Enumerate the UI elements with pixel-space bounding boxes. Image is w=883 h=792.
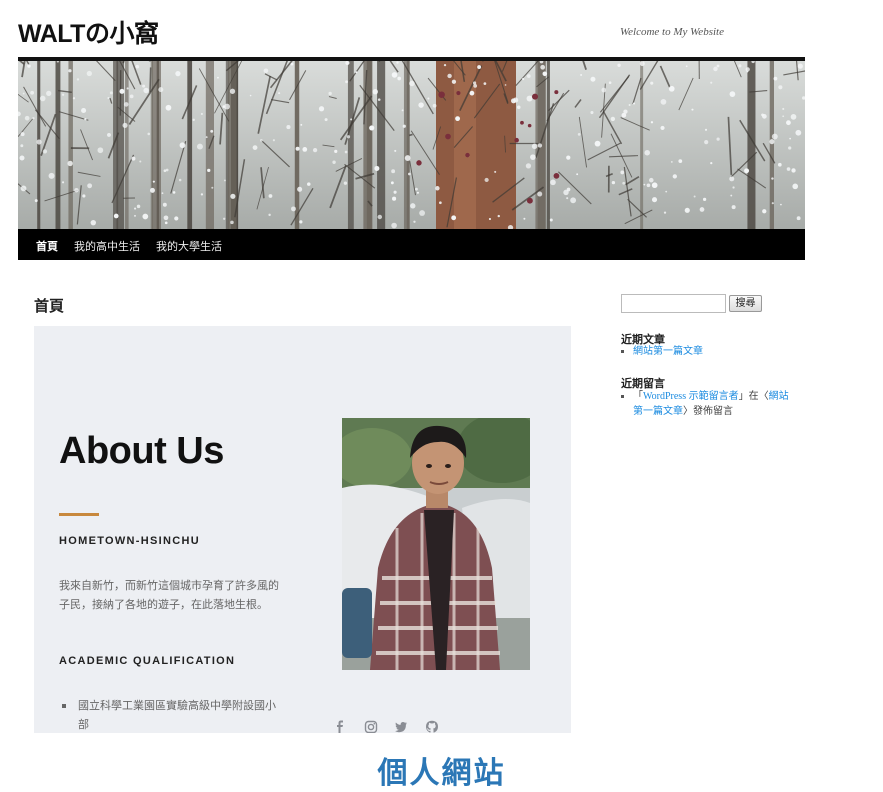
about-divider (59, 513, 99, 516)
nav-item-home[interactable]: 首頁 (36, 238, 58, 254)
recent-comment-text: 「WordPress 示範留言者」在〈網站第一篇文章〉發佈留言 (621, 389, 793, 419)
caption: 個人網站 (377, 757, 506, 790)
site-description: Welcome to My Website (620, 26, 724, 38)
main-nav: 首頁 我的高中生活 我的大學生活 (18, 229, 805, 260)
list-item: 「WordPress 示範留言者」在〈網站第一篇文章〉發佈留言 (621, 389, 793, 419)
academic-list: 國立科學工業園區實驗高級中學附設國小部 (62, 697, 282, 733)
search-button[interactable]: 搜尋 (729, 295, 762, 312)
instagram-icon[interactable] (364, 720, 378, 733)
comment-author-link[interactable]: WordPress 示範留言者 (643, 391, 739, 402)
page-title: 首頁 (34, 298, 65, 315)
twitter-icon[interactable] (394, 720, 408, 733)
header-banner-image (18, 61, 805, 229)
about-us-section: About Us HOMETOWN-HSINCHU 我來自新竹，而新竹這個城市孕… (34, 326, 571, 733)
github-icon[interactable] (425, 720, 439, 733)
comment-end-text: 〉發佈留言 (683, 406, 733, 417)
list-item: 網站第一篇文章 (621, 344, 791, 359)
hometown-text: 我來自新竹，而新竹這個城市孕育了許多風的子民，接納了各地的遊子，在此落地生根。 (59, 580, 279, 611)
bullet (621, 395, 624, 398)
comment-open-quote: 「 (633, 391, 643, 402)
bullet (621, 350, 624, 353)
hometown-heading: HOMETOWN-HSINCHU (59, 535, 200, 547)
bullet (62, 704, 66, 708)
recent-post-link[interactable]: 網站第一篇文章 (621, 344, 791, 359)
search-input[interactable] (621, 294, 726, 313)
comment-middle-text: 」在〈 (738, 391, 769, 402)
nav-item-high-school[interactable]: 我的高中生活 (74, 238, 140, 254)
facebook-icon[interactable] (333, 720, 347, 733)
academic-item: 國立科學工業園區實驗高級中學附設國小部 (78, 700, 276, 731)
profile-photo (342, 418, 530, 670)
site-title[interactable]: WALTの小窩 (18, 14, 159, 50)
about-title: About Us (59, 430, 224, 472)
academic-heading: ACADEMIC QUALIFICATION (59, 655, 236, 667)
list-item: 國立科學工業園區實驗高級中學附設國小部 (62, 697, 282, 733)
nav-item-university[interactable]: 我的大學生活 (156, 238, 222, 254)
